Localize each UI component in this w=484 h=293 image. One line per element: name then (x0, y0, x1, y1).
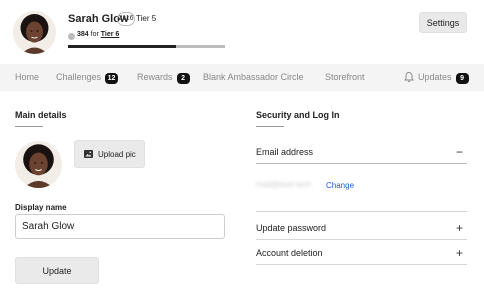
bell-icon[interactable] (403, 71, 415, 83)
tier-label: Tier 5 (136, 14, 157, 23)
next-tier-for: for (90, 31, 99, 38)
update-button[interactable]: Update (15, 257, 99, 284)
nav-item-rewards[interactable]: Rewards 2 (137, 72, 190, 84)
nav-item-label: Rewards (137, 72, 173, 82)
nav-item-label: Storefront (325, 72, 365, 82)
next-tier-info: 384 for Tier 6 (77, 31, 119, 38)
collapse-icon[interactable]: − (456, 145, 463, 159)
divider (256, 163, 467, 164)
account-deletion-row[interactable]: Account deletion + (256, 246, 467, 260)
security-title: Security and Log In (256, 110, 340, 120)
upload-pic-button[interactable]: Upload pic (74, 140, 145, 168)
nav-item-label: Blank Ambassador Circle (203, 72, 304, 82)
profile-picture (15, 141, 62, 188)
nav-item-label: Challenges (56, 72, 102, 82)
nav-item-challenges[interactable]: Challenges 12 (56, 72, 119, 84)
challenges-count-badge: 12 (105, 73, 119, 84)
tier-progress-fill (68, 45, 177, 48)
next-tier-name: Tier 6 (100, 31, 120, 38)
email-address-label: Email address (256, 147, 314, 157)
update-password-row[interactable]: Update password + (256, 221, 467, 235)
nav-item-updates[interactable]: Updates 9 (418, 72, 469, 84)
updates-count-badge: 9 (455, 73, 469, 84)
nav-item-storefront[interactable]: Storefront (325, 72, 365, 82)
display-name-label: Display name (15, 203, 67, 212)
nav-item-ambassador-circle[interactable]: Blank Ambassador Circle (203, 72, 304, 82)
section-underline (15, 126, 43, 127)
section-underline (256, 126, 284, 127)
nav-item-home[interactable]: Home (15, 72, 39, 82)
email-value: mail@dust tech (256, 180, 312, 189)
points-badge: 2116 (117, 12, 135, 26)
avatar[interactable] (13, 11, 56, 54)
profile-header: Sarah Glow 2116 Tier 5 384 for Tier 6 Se… (0, 0, 484, 64)
account-deletion-label: Account deletion (256, 248, 323, 258)
nav-item-label: Updates (418, 72, 452, 82)
display-name-input[interactable] (15, 214, 225, 239)
expand-icon[interactable]: + (456, 221, 463, 235)
change-email-link[interactable]: Change (326, 181, 354, 190)
settings-button[interactable]: Settings (419, 12, 467, 33)
divider (256, 211, 467, 212)
image-icon (84, 150, 93, 158)
nav-item-label: Home (15, 72, 40, 82)
tier-dot-icon (68, 33, 75, 40)
email-address-row[interactable]: Email address − (256, 145, 467, 159)
expand-icon[interactable]: + (456, 246, 463, 260)
main-details-title: Main details (15, 110, 67, 120)
tier-progress-bar (68, 45, 225, 48)
upload-pic-label: Upload pic (98, 150, 136, 159)
points-to-next: 384 (77, 31, 89, 38)
rewards-count-badge: 2 (176, 73, 190, 84)
divider (256, 264, 467, 265)
divider (256, 239, 467, 240)
update-password-label: Update password (256, 223, 327, 233)
